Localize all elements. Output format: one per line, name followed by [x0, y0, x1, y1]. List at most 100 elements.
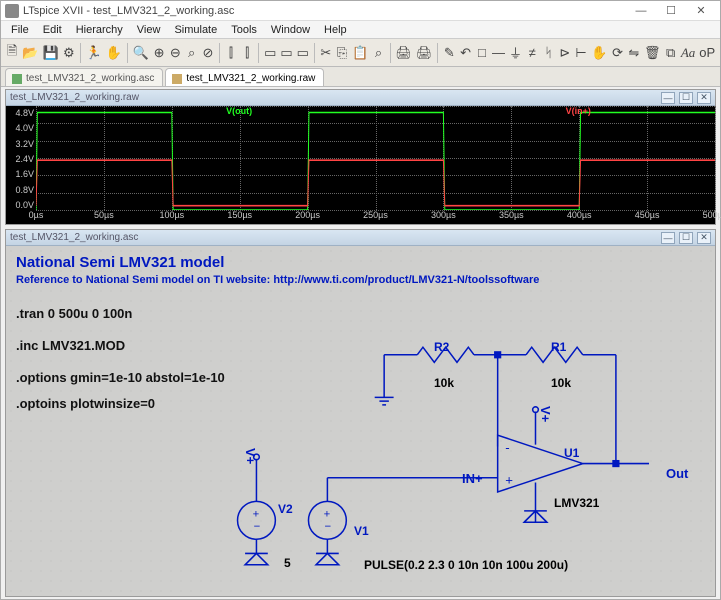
tool-plot-settings-icon[interactable]: ⫿	[224, 43, 238, 63]
panel-button-b[interactable]: ☐	[679, 92, 693, 104]
x-tick: 250µs	[363, 210, 388, 220]
x-tick: 400µs	[567, 210, 592, 220]
tool-mirror-icon[interactable]: ⇋	[627, 43, 641, 63]
tool-plot-add-icon[interactable]: ⫿	[240, 43, 254, 63]
schematic-panel-header[interactable]: test_LMV321_2_working.asc — ☐ ✕	[6, 230, 715, 246]
label-v2-value[interactable]: 5	[284, 556, 291, 570]
tool-window1-icon[interactable]: ▭	[263, 43, 277, 63]
panel-button-a[interactable]: —	[661, 92, 675, 104]
tool-move-icon[interactable]: ✋	[590, 43, 608, 63]
tool-undo-icon[interactable]: ↶	[458, 43, 472, 63]
menu-simulate[interactable]: Simulate	[168, 23, 223, 37]
tool-text-large-icon[interactable]: Aa	[680, 43, 696, 63]
tool-window2-icon[interactable]: ▭	[279, 43, 293, 63]
tool-save-icon[interactable]: 💾	[41, 43, 59, 63]
ground-icon[interactable]	[245, 553, 268, 564]
waveform-panel-header[interactable]: test_LMV321_2_working.raw — ☐ ✕	[6, 90, 715, 106]
waveform-plot[interactable]: 4.8V 4.0V 3.2V 2.4V 1.6V 0.8V 0.0V V(out…	[6, 106, 715, 224]
window-maximize-button[interactable]: ☐	[656, 2, 686, 20]
tool-ground-icon[interactable]: ⏚	[508, 43, 523, 63]
tool-new-icon[interactable]: 🗎	[5, 43, 19, 63]
net-label-out[interactable]: Out	[666, 466, 688, 481]
panel-button-c[interactable]: ✕	[697, 92, 711, 104]
tab-schematic[interactable]: test_LMV321_2_working.asc	[5, 68, 163, 86]
wire[interactable]	[316, 539, 339, 553]
tool-stop-icon[interactable]: ✋	[105, 43, 123, 63]
label-v1-name[interactable]: V1	[354, 524, 369, 538]
wire[interactable]	[375, 355, 394, 405]
plot-main-area[interactable]: V(out) V(in+) 0µs50µs100µs150µs200µs250µ…	[36, 106, 715, 224]
tool-find-icon[interactable]: ⌕	[371, 43, 385, 63]
tool-open-icon[interactable]: 📂	[21, 43, 39, 63]
tool-capacitor-icon[interactable]: ⊢	[574, 43, 588, 63]
tool-component-icon[interactable]: □	[475, 43, 489, 63]
menu-hierarchy[interactable]: Hierarchy	[70, 23, 129, 37]
label-v2-name[interactable]: V2	[278, 502, 293, 516]
toolbar-separator	[80, 43, 81, 63]
toolbar-separator	[437, 43, 438, 63]
menu-file[interactable]: File	[5, 23, 35, 37]
label-v1-value[interactable]: PULSE(0.2 2.3 0 10n 10n 100u 200u)	[364, 558, 568, 572]
plot-y-axis: 4.8V 4.0V 3.2V 2.4V 1.6V 0.8V 0.0V	[6, 106, 36, 224]
tool-duplicate-icon[interactable]: ⧉	[664, 43, 678, 63]
panel-button-a[interactable]: —	[661, 232, 675, 244]
tool-resistor-icon[interactable]: ≠	[525, 43, 539, 63]
tool-print-icon[interactable]: 🖨	[394, 43, 413, 63]
schematic-svg: - + + − + −	[6, 246, 715, 596]
panel-button-b[interactable]: ☐	[679, 232, 693, 244]
window-minimize-button[interactable]: —	[626, 2, 656, 20]
trace-vin[interactable]	[36, 160, 715, 206]
menu-view[interactable]: View	[131, 23, 167, 37]
net-label-vplus-u1[interactable]: V+	[538, 406, 553, 422]
label-u1-name[interactable]: U1	[564, 446, 579, 460]
label-r1-value[interactable]: 10k	[551, 376, 571, 390]
wire[interactable]	[524, 482, 547, 522]
tool-draw-icon[interactable]: ✎	[442, 43, 456, 63]
window-close-button[interactable]: ✕	[686, 2, 716, 20]
net-label-vplus-v2[interactable]: V+	[243, 448, 258, 464]
tool-inductor-icon[interactable]: ᛋ	[541, 43, 555, 63]
tool-zoom-cancel-icon[interactable]: ⊘	[201, 43, 215, 63]
ground-icon[interactable]	[316, 553, 339, 564]
wire[interactable]	[245, 539, 268, 553]
menu-edit[interactable]: Edit	[37, 23, 68, 37]
tool-print-setup-icon[interactable]: 🖨	[415, 43, 434, 63]
trace-vout[interactable]	[36, 113, 715, 211]
tool-run-icon[interactable]: 🏃	[85, 43, 103, 63]
menu-tools[interactable]: Tools	[225, 23, 263, 37]
svg-text:+: +	[253, 508, 260, 520]
tool-paste-icon[interactable]: 📋	[351, 43, 369, 63]
tool-cut-icon[interactable]: ✂	[319, 43, 333, 63]
menu-window[interactable]: Window	[265, 23, 316, 37]
toolbar-separator	[127, 43, 128, 63]
tool-window3-icon[interactable]: ▭	[296, 43, 310, 63]
net-label-inplus[interactable]: IN+	[462, 471, 483, 486]
tool-copy-icon[interactable]: ⎘	[335, 43, 349, 63]
label-r2-value[interactable]: 10k	[434, 376, 454, 390]
menu-help[interactable]: Help	[318, 23, 353, 37]
panel-button-c[interactable]: ✕	[697, 232, 711, 244]
toolbar-separator	[219, 43, 220, 63]
tool-zoom-fit-icon[interactable]: ⌕	[185, 43, 199, 63]
tool-zoom-out-icon[interactable]: ⊖	[168, 43, 182, 63]
label-r2-name[interactable]: R2	[434, 340, 449, 354]
tool-zoom-in-icon[interactable]: ⊕	[152, 43, 166, 63]
plot-x-axis: 0µs50µs100µs150µs200µs250µs300µs350µs400…	[36, 210, 715, 224]
tool-diode-icon[interactable]: ⊳	[558, 43, 572, 63]
tool-delete-icon[interactable]: 🗑	[643, 43, 662, 63]
tool-search-icon[interactable]: 🔍	[132, 43, 150, 63]
waveform-panel-title: test_LMV321_2_working.raw	[10, 92, 139, 103]
tool-text-op-icon[interactable]: oP	[698, 43, 716, 63]
tab-waveform[interactable]: test_LMV321_2_working.raw	[165, 68, 324, 86]
label-r1-name[interactable]: R1	[551, 340, 566, 354]
x-tick: 100µs	[159, 210, 184, 220]
y-tick: 0.0V	[8, 200, 34, 210]
tool-wire-icon[interactable]: —	[491, 43, 506, 63]
trace-label-vout[interactable]: V(out)	[226, 106, 252, 116]
schematic-canvas[interactable]: National Semi LMV321 model Reference to …	[6, 246, 715, 596]
tool-settings-icon[interactable]: ⚙	[62, 43, 76, 63]
y-tick: 1.6V	[8, 169, 34, 179]
label-u1-value[interactable]: LMV321	[554, 496, 599, 510]
trace-label-vin[interactable]: V(in+)	[566, 106, 591, 116]
tool-rotate-icon[interactable]: ⟳	[610, 43, 624, 63]
